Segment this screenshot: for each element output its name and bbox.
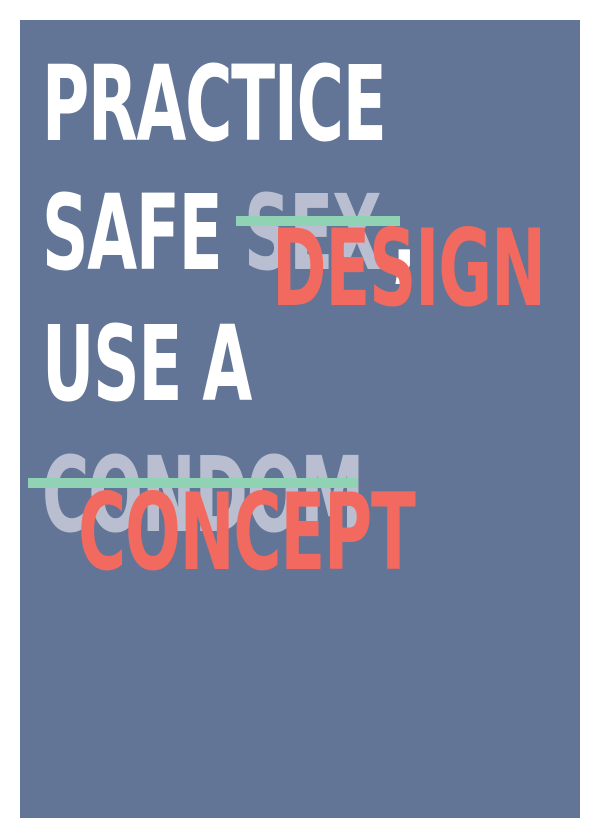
replacement-design: DESIGN [272, 216, 580, 322]
headline-use-a-text: USE A [42, 303, 252, 425]
replacement-design-text: DESIGN [272, 207, 546, 330]
replacement-concept: CONCEPT [78, 480, 580, 586]
headline-practice: PRACTICE [42, 52, 580, 156]
replacement-concept-text: CONCEPT [78, 471, 416, 594]
poster-background: PRACTICE SAFE SEX , DESIGN USE A CONDOM … [20, 20, 580, 818]
headline-safe-text: SAFE [42, 172, 223, 294]
headline-practice-text: PRACTICE [42, 43, 387, 165]
headline-use-a: USE A [42, 312, 379, 416]
